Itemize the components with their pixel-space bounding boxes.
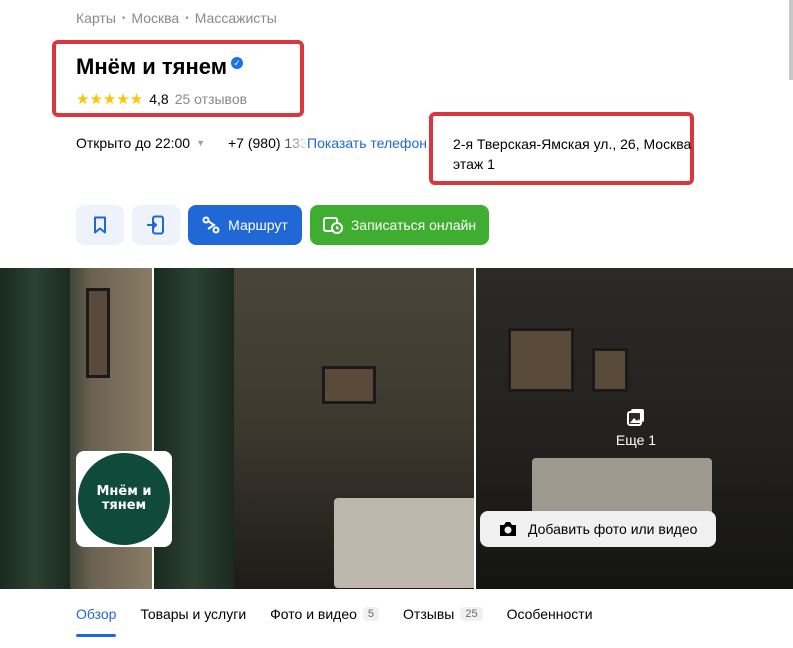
logo-circle: Мнём и тянем (78, 453, 170, 545)
breadcrumb-city[interactable]: Москва (131, 10, 179, 26)
business-name: Мнём и тянем (76, 54, 227, 79)
hours-label: Открыто до 22:00 (76, 135, 191, 151)
show-phone-link[interactable]: Показать телефон (307, 135, 427, 151)
breadcrumb-maps[interactable]: Карты (76, 10, 116, 26)
calendar-clock-icon (322, 217, 343, 234)
breadcrumb: Карты • Москва • Массажисты (76, 10, 277, 26)
address[interactable]: 2-я Тверская-Ямская ул., 26, Москва этаж… (453, 134, 691, 174)
wall-picture (508, 328, 574, 392)
wall-picture (86, 288, 110, 378)
page-title: Мнём и тянем ✓ (76, 54, 243, 80)
bookmark-icon (94, 216, 106, 234)
add-photo-label: Добавить фото или видео (528, 521, 698, 537)
bookmark-button[interactable] (76, 205, 124, 245)
reviews-count-link[interactable]: 25 отзывов (175, 91, 247, 107)
breadcrumb-separator: • (185, 12, 189, 24)
more-photos-label: Еще 1 (615, 432, 657, 448)
logo-text-line2: тянем (101, 498, 147, 513)
tab-overview[interactable]: Обзор (76, 606, 117, 637)
tab-label: Особенности (506, 606, 593, 622)
wall-picture (322, 366, 376, 404)
rating-row: ★★★★★ 4,8 25 отзывов (76, 90, 247, 108)
tab-reviews[interactable]: Отзывы 25 (403, 606, 483, 634)
phone-fade (278, 132, 308, 154)
route-label: Маршрут (228, 217, 288, 233)
book-online-label: Записаться онлайн (350, 217, 477, 233)
logo-text-line1: Мнём и (96, 484, 152, 499)
address-line: 2-я Тверская-Ямская ул., 26, Москва (453, 136, 692, 152)
rating-value: 4,8 (149, 91, 169, 107)
add-photo-button[interactable]: Добавить фото или видео (480, 511, 716, 547)
gallery-photo[interactable] (154, 268, 474, 589)
breadcrumb-separator: • (121, 12, 126, 24)
route-icon (202, 216, 220, 234)
massage-table-image (532, 458, 712, 518)
check-badge-icon: ✓ (231, 57, 243, 69)
opening-hours[interactable]: Открыто до 22:00 ▼ (76, 135, 205, 151)
breadcrumb-category[interactable]: Массажисты (195, 10, 277, 26)
star-rating-icon: ★★★★★ (76, 91, 144, 108)
tab-label: Отзывы (403, 606, 455, 622)
curtain-image (0, 268, 70, 589)
tab-label: Товары и услуги (140, 606, 247, 622)
tab-goods-services[interactable]: Товары и услуги (140, 606, 246, 634)
tab-bar: Обзор Товары и услуги Фото и видео 5 Отз… (76, 606, 593, 637)
chevron-down-icon: ▼ (196, 138, 206, 148)
tab-photos-videos[interactable]: Фото и видео 5 (270, 606, 380, 634)
photos-icon (627, 409, 644, 426)
page-scrollbar[interactable] (789, 0, 793, 80)
massage-table-image (334, 498, 474, 588)
route-button[interactable]: Маршрут (188, 205, 302, 245)
business-logo: Мнём и тянем (76, 451, 172, 547)
tab-count-badge: 25 (460, 607, 483, 621)
phone-send-icon (147, 215, 164, 235)
camera-icon (500, 522, 516, 536)
tab-count-badge: 5 (362, 607, 380, 621)
send-to-phone-button[interactable] (132, 205, 180, 245)
address-floor: этаж 1 (453, 156, 495, 172)
tab-label: Обзор (76, 606, 117, 622)
tab-label: Фото и видео (270, 606, 357, 622)
more-photos[interactable]: Еще 1 (612, 408, 660, 448)
tab-features[interactable]: Особенности (507, 606, 593, 634)
wall-picture (592, 348, 628, 392)
book-online-button[interactable]: Записаться онлайн (310, 205, 489, 245)
